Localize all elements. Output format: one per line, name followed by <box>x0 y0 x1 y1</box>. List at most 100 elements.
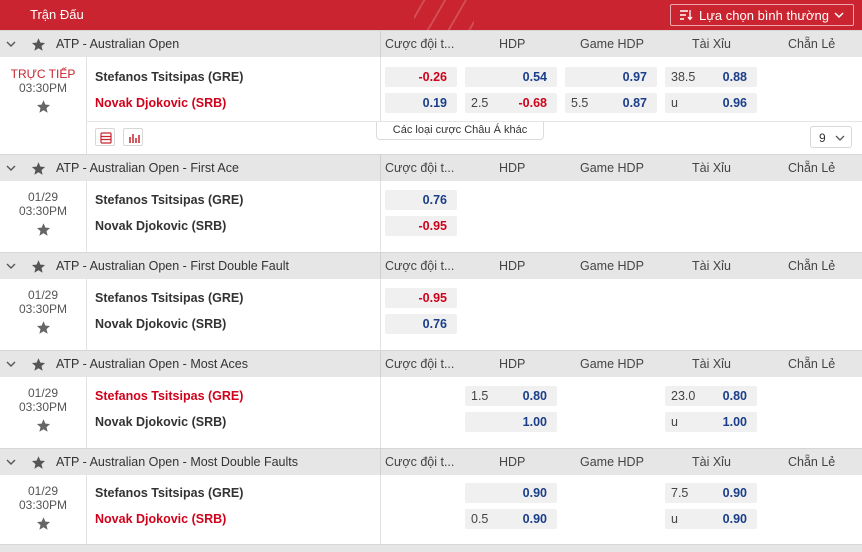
favorite-star-icon[interactable] <box>36 320 51 335</box>
collapse-chevron-icon[interactable] <box>6 163 16 173</box>
league-section: ATP - Australian Open - First Double Fau… <box>0 252 862 350</box>
odds-moneyline-away[interactable]: 0.76 <box>385 314 457 334</box>
collapse-chevron-icon[interactable] <box>6 39 16 49</box>
league-section: ATP - Australian Open - Most Double Faul… <box>0 448 862 544</box>
away-team: Novak Djokovic (SRB) <box>95 415 227 429</box>
sort-icon <box>680 10 693 21</box>
odds-moneyline-away[interactable]: -0.95 <box>385 216 457 236</box>
match-row: TRỰC TIẾP 03:30PM Stefanos Tsitsipas (GR… <box>0 57 862 154</box>
column-game-hdp: Game HDP <box>580 37 644 51</box>
column-game-hdp: Game HDP <box>580 161 644 175</box>
stats-table-button[interactable] <box>95 128 115 146</box>
favorite-star-icon[interactable] <box>36 99 51 114</box>
match-row: 01/29 03:30PM Stefanos Tsitsipas (GRE) N… <box>0 181 862 252</box>
match-date: 01/29 <box>27 386 59 400</box>
favorite-star-icon[interactable] <box>31 357 46 372</box>
odds-moneyline-home[interactable]: 0.76 <box>385 190 457 210</box>
column-moneyline: Cược đội t... <box>385 455 455 469</box>
odds-hdp-away[interactable]: 2.5 -0.68 <box>465 93 557 113</box>
odds-under[interactable]: u 0.96 <box>665 93 757 113</box>
column-over-under: Tài Xỉu <box>692 37 731 51</box>
home-team: Stefanos Tsitsipas (GRE) <box>95 486 244 500</box>
match-time: 01/29 03:30PM <box>0 279 86 335</box>
odds-game-hdp-away[interactable]: 5.5 0.87 <box>565 93 657 113</box>
collapse-chevron-icon[interactable] <box>6 359 16 369</box>
chevron-down-icon <box>835 135 845 141</box>
odds-hdp-away[interactable]: 0.5 0.90 <box>465 509 557 529</box>
stats-chart-button[interactable] <box>123 128 143 146</box>
odds-hdp-home[interactable]: 0.90 <box>465 483 557 503</box>
match-row: 01/29 03:30PM Stefanos Tsitsipas (GRE) N… <box>0 279 862 350</box>
odds-hdp-away[interactable]: 1.00 <box>465 412 557 432</box>
away-team: Novak Djokovic (SRB) <box>95 219 227 233</box>
match-time: 01/29 03:30PM <box>0 181 86 237</box>
league-name: ATP - Australian Open <box>56 37 180 51</box>
odds-hdp-home[interactable]: 1.5 0.80 <box>465 386 557 406</box>
decorative-stripes <box>414 0 474 30</box>
top-bar: Trận Đấu Lựa chọn bình thường <box>0 0 862 30</box>
column-odd-even: Chẵn Lẻ <box>788 259 836 273</box>
start-time: 03:30PM <box>18 400 68 414</box>
collapse-chevron-icon[interactable] <box>6 457 16 467</box>
column-hdp: HDP <box>499 161 526 175</box>
match-time: TRỰC TIẾP 03:30PM <box>0 57 86 114</box>
start-time: 03:30PM <box>18 302 68 316</box>
column-over-under: Tài Xỉu <box>692 357 731 371</box>
column-hdp: HDP <box>499 357 526 371</box>
column-moneyline: Cược đội t... <box>385 37 455 51</box>
odds-over[interactable]: 7.5 0.90 <box>665 483 757 503</box>
league-section: ATP - Australian Open - First Ace Cược đ… <box>0 154 862 252</box>
match-time: 01/29 03:30PM <box>0 377 86 433</box>
column-moneyline: Cược đội t... <box>385 161 455 175</box>
start-time: 03:30PM <box>18 498 68 512</box>
odds-over[interactable]: 23.0 0.80 <box>665 386 757 406</box>
home-team: Stefanos Tsitsipas (GRE) <box>95 389 244 403</box>
favorite-star-icon[interactable] <box>36 222 51 237</box>
favorite-star-icon[interactable] <box>36 516 51 531</box>
odds-under[interactable]: u 0.90 <box>665 509 757 529</box>
odds-game-hdp-home[interactable]: 0.97 <box>565 67 657 87</box>
table-icon <box>100 132 112 144</box>
favorite-star-icon[interactable] <box>31 161 46 176</box>
league-header: ATP - Australian Open Cược đội t... HDP … <box>0 30 862 58</box>
column-moneyline: Cược đội t... <box>385 357 455 371</box>
odds-moneyline-away[interactable]: 0.19 <box>385 93 457 113</box>
favorite-star-icon[interactable] <box>36 418 51 433</box>
favorite-star-icon[interactable] <box>31 455 46 470</box>
column-hdp: HDP <box>499 455 526 469</box>
column-over-under: Tài Xỉu <box>692 161 731 175</box>
match-time: 01/29 03:30PM <box>0 475 86 531</box>
column-game-hdp: Game HDP <box>580 455 644 469</box>
away-team: Novak Djokovic (SRB) <box>95 317 227 331</box>
odds-under[interactable]: u 1.00 <box>665 412 757 432</box>
favorite-star-icon[interactable] <box>31 37 46 52</box>
column-hdp: HDP <box>499 259 526 273</box>
bar-chart-icon <box>129 134 140 143</box>
match-row: 01/29 03:30PM Stefanos Tsitsipas (GRE) N… <box>0 377 862 448</box>
collapse-chevron-icon[interactable] <box>6 261 16 271</box>
league-name: ATP - Australian Open - First Double Fau… <box>56 259 289 273</box>
favorite-star-icon[interactable] <box>31 259 46 274</box>
league-name: ATP - Australian Open - Most Double Faul… <box>56 455 299 469</box>
odds-moneyline-home[interactable]: -0.26 <box>385 67 457 87</box>
column-over-under: Tài Xỉu <box>692 455 731 469</box>
odds-moneyline-home[interactable]: -0.95 <box>385 288 457 308</box>
more-bets-row: Các loại cược Châu Á khác 9 <box>86 121 862 150</box>
home-team: Stefanos Tsitsipas (GRE) <box>95 291 244 305</box>
sort-select-button[interactable]: Lựa chọn bình thường <box>670 4 854 26</box>
home-team: Stefanos Tsitsipas (GRE) <box>95 193 244 207</box>
more-bets-count-button[interactable]: 9 <box>810 126 852 148</box>
column-odd-even: Chẵn Lẻ <box>788 161 836 175</box>
match-date: 01/29 <box>27 288 59 302</box>
away-team: Novak Djokovic (SRB) <box>95 512 227 526</box>
odds-over[interactable]: 38.5 0.88 <box>665 67 757 87</box>
column-over-under: Tài Xỉu <box>692 259 731 273</box>
league-section: ATP - Australian Open - Most Aces Cược đ… <box>0 350 862 448</box>
column-odd-even: Chẵn Lẻ <box>788 455 836 469</box>
odds-hdp-home[interactable]: 0.54 <box>465 67 557 87</box>
start-time: 03:30PM <box>18 81 68 95</box>
league-name: ATP - Australian Open - Most Aces <box>56 357 248 371</box>
more-asian-bets-link[interactable]: Các loại cược Châu Á khác <box>376 122 544 140</box>
league-name: ATP - Australian Open - First Ace <box>56 161 239 175</box>
next-league-header <box>0 544 862 552</box>
